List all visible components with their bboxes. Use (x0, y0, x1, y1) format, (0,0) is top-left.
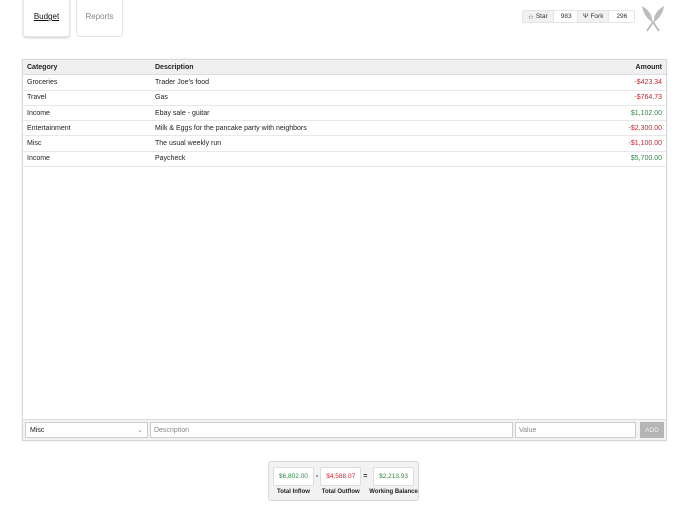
total-inflow-label: Total Inflow (277, 489, 310, 495)
equals-sign: = (363, 473, 368, 480)
table-header: Category Description Amount (23, 60, 666, 76)
header-amount[interactable]: Amount (562, 64, 662, 71)
star-icon: ☆ (528, 13, 534, 21)
category-select[interactable]: Misc ⌄ (25, 422, 148, 438)
logo-icon (642, 6, 664, 32)
cell-category: Travel (27, 94, 47, 102)
cell-amount: -$764.73 (634, 94, 662, 102)
star-count: 983 (553, 11, 579, 22)
table-row[interactable]: Misc The usual weekly run -$1,100.00 (23, 136, 666, 152)
transactions-table: Category Description Amount Groceries Tra… (22, 59, 667, 441)
minus-sign: - (315, 473, 319, 480)
fork-icon: Ψ (583, 13, 589, 20)
working-balance-label: Working Balance (369, 489, 418, 495)
cell-description: Trader Joe's food (155, 78, 209, 86)
total-outflow-value: $4,588.07 (320, 467, 362, 486)
cell-category: Income (27, 155, 50, 163)
cell-amount: $5,700.00 (630, 155, 662, 163)
fork-label: Fork (590, 13, 604, 20)
cell-amount: -$423.34 (634, 78, 662, 86)
table-row[interactable]: Travel Gas -$764.73 (23, 91, 666, 106)
cell-amount: -$1,100.00 (628, 140, 662, 148)
value-input[interactable]: Value (515, 422, 636, 438)
cell-description: Ebay sale - guitar (155, 109, 210, 117)
cell-description: Paycheck (155, 155, 186, 163)
cell-category: Groceries (27, 78, 58, 86)
tab-reports[interactable]: Reports (76, 0, 123, 37)
cell-amount: -$2,300.00 (628, 124, 662, 132)
cell-category: Misc (27, 140, 42, 148)
summary-panel: $6,802.00 Total Inflow - $4,588.07 Total O… (268, 461, 419, 501)
header-category[interactable]: Category (27, 64, 155, 71)
star-label: Star (535, 13, 548, 20)
cell-amount: $1,102.00 (630, 109, 662, 117)
cell-category: Entertainment (27, 124, 71, 132)
fork-count: 296 (609, 11, 635, 22)
header-description[interactable]: Description (155, 64, 562, 71)
table-row[interactable]: Entertainment Milk & Eggs for the pancake… (23, 121, 666, 137)
cell-description: The usual weekly run (155, 140, 222, 148)
total-inflow-value: $6,802.00 (273, 467, 314, 486)
description-input[interactable]: Description (150, 422, 513, 438)
add-transaction-form: Misc ⌄ Description Value ADD (23, 419, 666, 440)
chevron-down-icon: ⌄ (137, 427, 143, 434)
cell-description: Milk & Eggs for the pancake party with n… (155, 124, 307, 132)
github-fork-button[interactable]: Ψ Fork 296 (577, 10, 636, 23)
add-button[interactable]: ADD (640, 422, 664, 438)
table-row[interactable]: Income Ebay sale - guitar $1,102.00 (23, 106, 666, 122)
tab-budget[interactable]: Budget (23, 0, 70, 37)
table-row[interactable]: Groceries Trader Joe's food -$423.34 (23, 75, 666, 91)
github-star-button[interactable]: ☆ Star 983 (522, 10, 580, 23)
cell-category: Income (27, 109, 50, 117)
table-row[interactable]: Income Paycheck $5,700.00 (23, 152, 666, 168)
total-outflow-label: Total Outflow (321, 489, 360, 495)
category-value: Misc (30, 426, 45, 434)
working-balance-value: $2,213.93 (373, 467, 415, 486)
cell-description: Gas (155, 94, 168, 102)
